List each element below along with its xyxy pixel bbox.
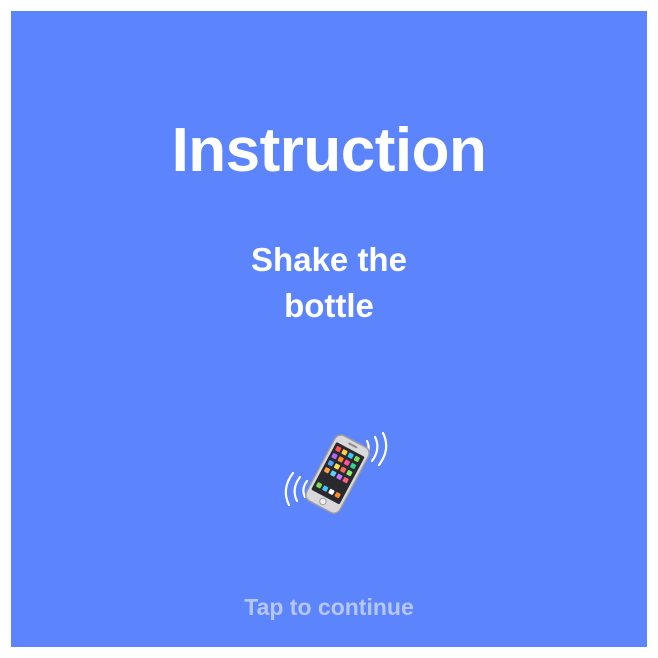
instruction-card[interactable]: Instruction Shake the bottle Tap to cont…	[11, 11, 647, 647]
tap-to-continue-hint[interactable]: Tap to continue	[11, 592, 647, 622]
page-title: Instruction	[171, 116, 487, 185]
vibrating-phone-icon	[277, 427, 393, 523]
instruction-text: Shake the bottle	[251, 241, 407, 324]
